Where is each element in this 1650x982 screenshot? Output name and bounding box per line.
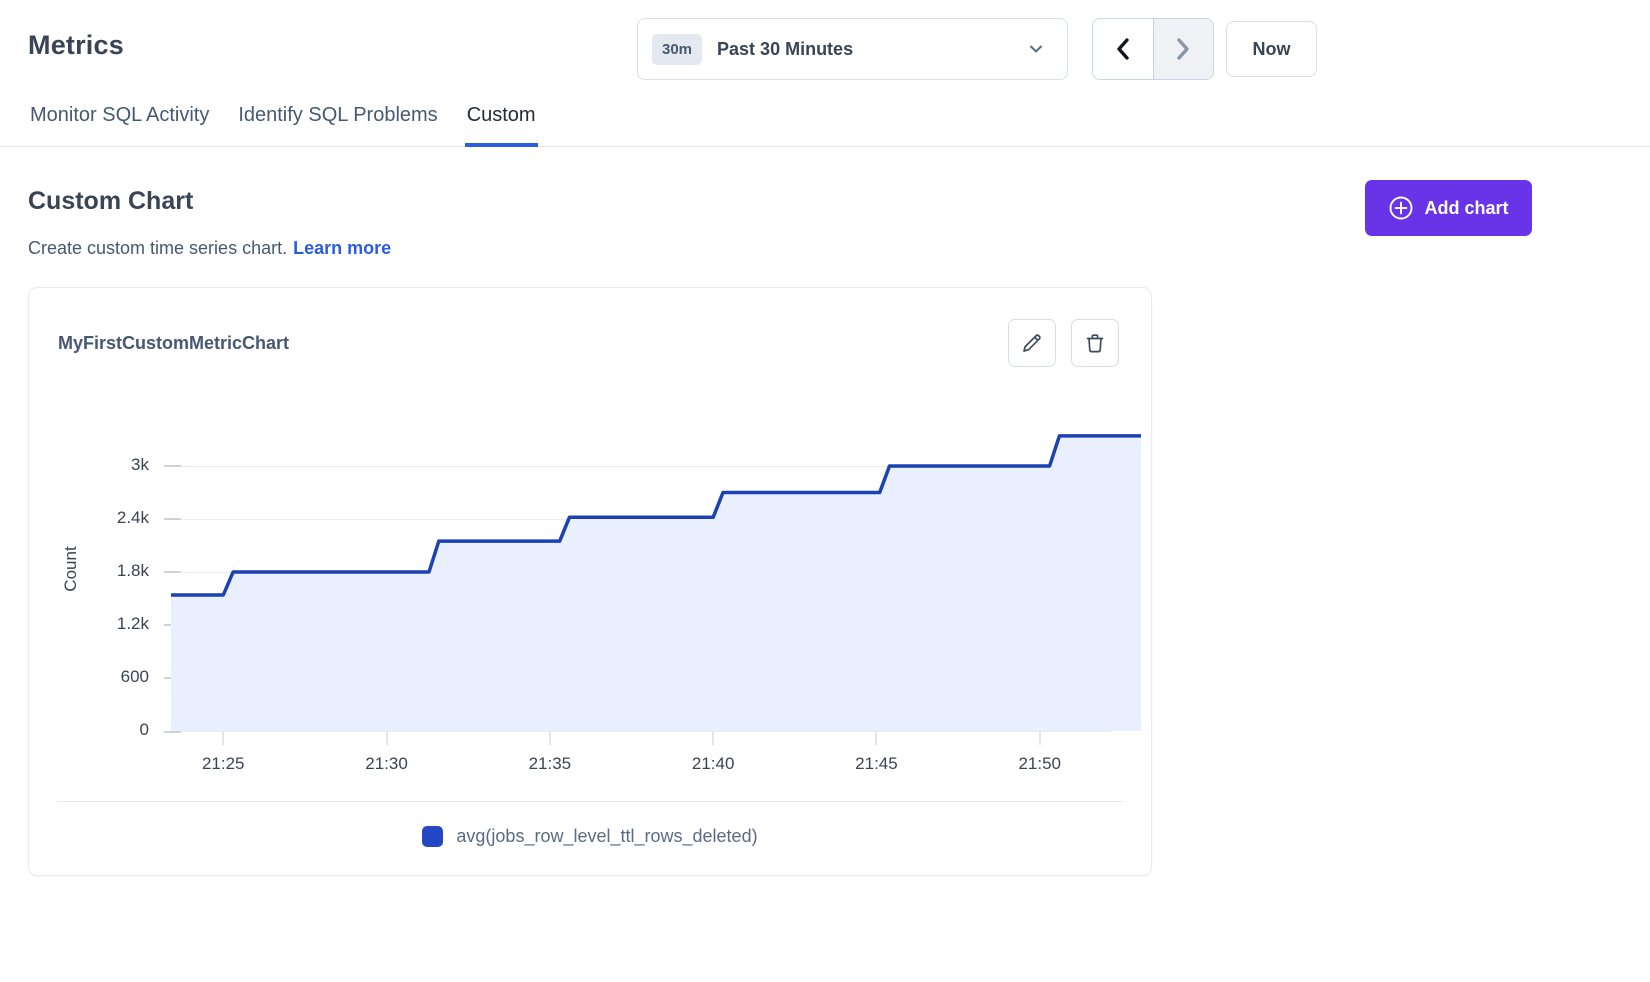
legend-swatch	[422, 826, 443, 847]
page-header: Metrics 30m Past 30 Minutes Now	[0, 0, 1650, 88]
chevron-left-icon	[1112, 36, 1134, 62]
now-button[interactable]: Now	[1226, 21, 1317, 77]
custom-metric-chart-card: MyFirstCustomMetricChart Count 06001.2k1…	[28, 287, 1152, 876]
edit-chart-button[interactable]	[1008, 319, 1056, 367]
time-range-label: Past 30 Minutes	[717, 39, 1027, 60]
x-tick-label: 21:35	[510, 754, 590, 774]
tab-custom[interactable]: Custom	[465, 104, 538, 147]
chart-legend: avg(jobs_row_level_ttl_rows_deleted)	[29, 802, 1151, 875]
page-title: Metrics	[28, 30, 124, 61]
chart-canvas: Count 06001.2k1.8k2.4k3k21:2521:3021:352…	[29, 409, 1151, 801]
pencil-icon	[1020, 331, 1044, 355]
y-tick-label: 2.4k	[59, 508, 149, 528]
time-range-nav	[1092, 18, 1214, 80]
time-range-badge: 30m	[652, 34, 702, 65]
chart-plot-svg	[171, 409, 1141, 733]
chart-title: MyFirstCustomMetricChart	[58, 333, 289, 354]
y-tick-label: 600	[59, 667, 149, 687]
x-tick-label: 21:50	[1000, 754, 1080, 774]
series-area-fill	[171, 436, 1141, 731]
section-subtitle: Create custom time series chart. Learn mo…	[28, 238, 1622, 259]
plus-circle-icon	[1388, 195, 1414, 221]
x-tick-label: 21:25	[183, 754, 263, 774]
next-range-button[interactable]	[1153, 19, 1214, 79]
chart-card-actions	[1008, 319, 1119, 367]
x-tick-mark	[875, 731, 877, 745]
x-tick-mark	[222, 731, 224, 745]
y-tick-label: 0	[59, 720, 149, 740]
legend-label: avg(jobs_row_level_ttl_rows_deleted)	[456, 826, 757, 847]
x-tick-label: 21:30	[347, 754, 427, 774]
x-tick-mark	[386, 731, 388, 745]
learn-more-link[interactable]: Learn more	[293, 238, 391, 258]
y-tick-label: 1.8k	[59, 561, 149, 581]
y-tick-label: 3k	[59, 455, 149, 475]
add-chart-button[interactable]: Add chart	[1365, 180, 1532, 236]
time-range-dropdown[interactable]: 30m Past 30 Minutes	[637, 18, 1068, 80]
x-tick-label: 21:45	[836, 754, 916, 774]
x-tick-label: 21:40	[673, 754, 753, 774]
x-tick-mark	[549, 731, 551, 745]
tab-bar: Monitor SQL Activity Identify SQL Proble…	[0, 88, 1650, 147]
y-tick-label: 1.2k	[59, 614, 149, 634]
section-subtitle-text: Create custom time series chart.	[28, 238, 287, 258]
trash-icon	[1083, 331, 1107, 355]
x-tick-mark	[1039, 731, 1041, 745]
previous-range-button[interactable]	[1093, 19, 1153, 79]
chevron-down-icon	[1027, 40, 1045, 58]
delete-chart-button[interactable]	[1071, 319, 1119, 367]
tab-identify-sql-problems[interactable]: Identify SQL Problems	[236, 104, 439, 147]
x-tick-mark	[712, 731, 714, 745]
chart-card-header: MyFirstCustomMetricChart	[29, 288, 1151, 367]
tab-monitor-sql-activity[interactable]: Monitor SQL Activity	[28, 104, 211, 147]
chevron-right-icon	[1172, 36, 1194, 62]
add-chart-label: Add chart	[1424, 198, 1508, 219]
custom-chart-section: Custom Chart Create custom time series c…	[0, 147, 1650, 259]
